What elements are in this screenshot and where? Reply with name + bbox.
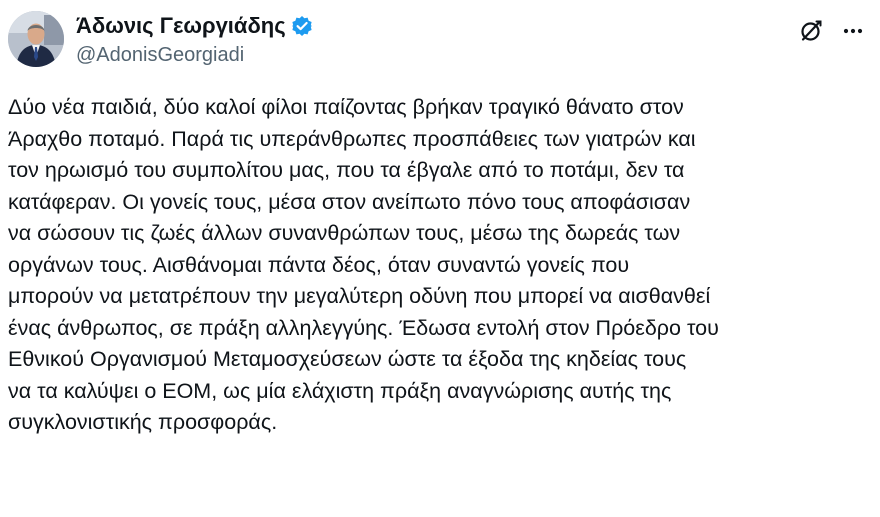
grok-icon[interactable] xyxy=(798,18,824,44)
handle[interactable]: @AdonisGeorgiadi xyxy=(76,44,313,67)
author-block: Άδωνις Γεωργιάδης @AdonisGeorgiadi xyxy=(76,12,313,67)
display-name[interactable]: Άδωνις Γεωργιάδης xyxy=(76,13,286,39)
avatar[interactable] xyxy=(8,11,64,67)
display-name-row: Άδωνις Γεωργιάδης xyxy=(76,12,313,40)
tweet-text: Δύο νέα παιδιά, δύο καλοί φίλοι παίζοντα… xyxy=(8,95,719,434)
profile-photo-icon xyxy=(8,11,64,67)
tweet-header: Άδωνις Γεωργιάδης @AdonisGeorgiadi xyxy=(0,0,880,80)
verified-badge-icon[interactable] xyxy=(291,15,313,37)
more-icon[interactable] xyxy=(840,18,866,44)
